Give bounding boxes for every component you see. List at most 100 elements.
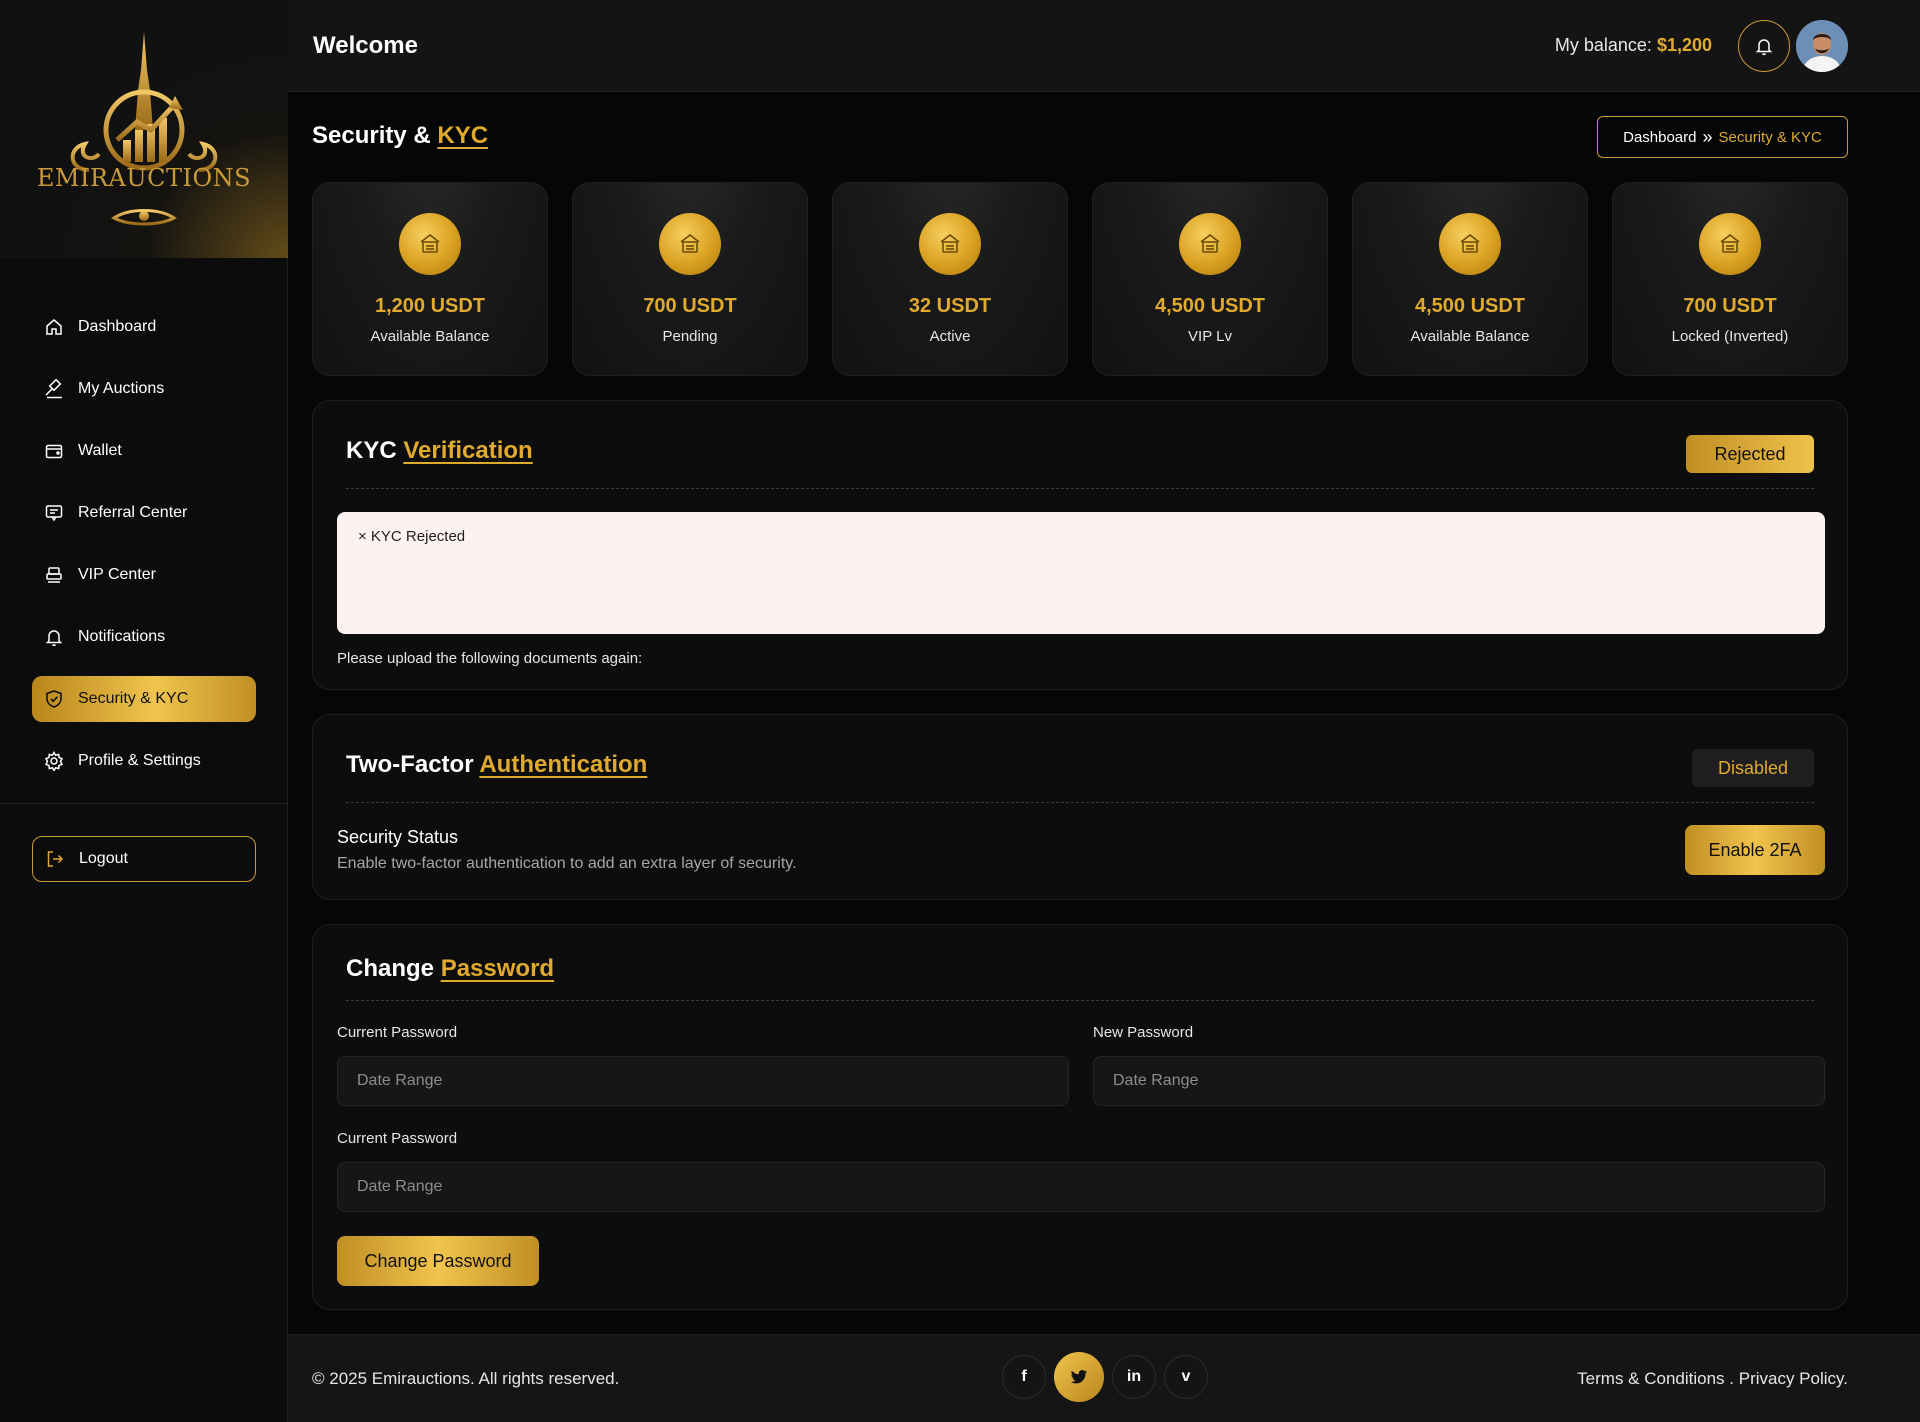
two-factor-panel: Two-Factor Authentication Disabled Secur… (312, 714, 1848, 900)
stat-card: 4,500 USDT VIP Lv (1092, 182, 1328, 376)
balance-label: My balance: (1554, 35, 1652, 55)
coin-icon (1439, 213, 1501, 275)
coin-icon (1699, 213, 1761, 275)
coin-icon (659, 213, 721, 275)
vip-icon (44, 565, 64, 585)
security-status-description: Enable two-factor authentication to add … (337, 855, 797, 872)
breadcrumb-current: Security & KYC (1718, 128, 1822, 146)
stat-value: 32 USDT (908, 295, 992, 317)
stat-cards: 1,200 USDT Available Balance 700 USDT Pe… (312, 182, 1848, 376)
sidebar-item-label: My Auctions (78, 380, 165, 397)
two-factor-status-badge: Disabled (1692, 749, 1814, 787)
change-password-panel: Change Password Current Password Date Ra… (312, 924, 1848, 1310)
stat-label: Available Balance (370, 328, 490, 345)
stat-label: Available Balance (1410, 328, 1530, 345)
welcome-title: Welcome (313, 32, 418, 59)
copyright-text: © 2025 Emirauctions. All rights reserved… (312, 1369, 620, 1388)
vimeo-icon[interactable]: v (1164, 1355, 1208, 1399)
twitter-bird-icon (1070, 1370, 1088, 1384)
gear-icon (44, 751, 64, 772)
legal-links[interactable]: Terms & Conditions . Privacy Policy. (1577, 1369, 1848, 1389)
kyc-status-badge: Rejected (1686, 435, 1814, 473)
sidebar-item-dashboard[interactable]: Dashboard (32, 304, 256, 350)
current-password-label: Current Password (337, 1024, 458, 1041)
new-password-input[interactable]: Date Range (1093, 1056, 1825, 1106)
stat-value: 1,200 USDT (374, 295, 486, 317)
notification-bell-button[interactable] (1738, 20, 1790, 72)
sidebar-item-my-auctions[interactable]: My Auctions (32, 366, 256, 412)
avatar-image (1796, 20, 1848, 72)
sidebar-nav: Dashboard My Auctions Wallet Referral Ce… (32, 304, 256, 800)
security-status-title: Security Status (337, 827, 459, 847)
top-bar: Welcome My balance: $1,200 (288, 0, 1920, 92)
bell-icon (1755, 39, 1773, 56)
logout-button[interactable]: Logout (32, 836, 256, 882)
sidebar-item-security-kyc[interactable]: Security & KYC (32, 676, 256, 722)
stat-value: 4,500 USDT (1414, 295, 1526, 317)
sidebar-divider (0, 803, 288, 804)
footer: © 2025 Emirauctions. All rights reserved… (288, 1334, 1920, 1422)
two-factor-title-part1: Two-Factor (346, 751, 474, 778)
page-title: Security & KYC (312, 122, 488, 150)
stat-card: 700 USDT Pending (572, 182, 808, 376)
sidebar-item-label: Profile & Settings (78, 752, 201, 769)
change-password-button[interactable]: Change Password (337, 1236, 539, 1286)
stat-value: 4,500 USDT (1154, 295, 1266, 317)
home-icon (44, 317, 64, 337)
logout-icon (45, 849, 65, 869)
balance-value: $1,200 (1656, 35, 1712, 55)
kyc-panel: KYC Verification Rejected × KYC Rejected… (312, 400, 1848, 690)
kyc-rejected-message: × KYC Rejected (337, 512, 1825, 634)
kyc-title: KYC Verification (346, 437, 533, 465)
shield-icon (44, 689, 64, 709)
sidebar-item-label: Notifications (78, 628, 166, 645)
change-password-divider (346, 1000, 1814, 1001)
bell-icon (44, 627, 64, 647)
stat-card: 700 USDT Locked (Inverted) (1612, 182, 1848, 376)
balance-display: My balance: $1,200 (1555, 35, 1712, 56)
sidebar-item-vip-center[interactable]: VIP Center (32, 552, 256, 598)
kyc-title-part2: Verification (403, 437, 533, 464)
confirm-password-input[interactable]: Date Range (337, 1162, 1825, 1212)
user-avatar[interactable] (1796, 20, 1848, 72)
sidebar-item-label: Referral Center (78, 504, 188, 521)
stat-label: Active (929, 328, 971, 345)
current-password-input[interactable]: Date Range (337, 1056, 1069, 1106)
breadcrumb-home[interactable]: Dashboard (1623, 129, 1696, 146)
sidebar-item-wallet[interactable]: Wallet (32, 428, 256, 474)
sidebar-item-profile-settings[interactable]: Profile & Settings (32, 738, 256, 784)
twitter-icon[interactable] (1054, 1352, 1104, 1402)
brand-logo[interactable]: EMIRAUCTIONS (0, 0, 288, 258)
coin-icon (919, 213, 981, 275)
stat-card: 1,200 USDT Available Balance (312, 182, 548, 376)
sidebar-item-label: VIP Center (78, 566, 156, 583)
two-factor-title-part2: Authentication (479, 751, 648, 778)
sidebar-item-referral-center[interactable]: Referral Center (32, 490, 256, 536)
wallet-icon (44, 441, 64, 461)
coin-icon (399, 213, 461, 275)
stat-label: VIP Lv (1188, 328, 1232, 345)
coin-icon (1179, 213, 1241, 275)
kyc-upload-note: Please upload the following documents ag… (337, 650, 643, 667)
facebook-icon[interactable]: f (1002, 1355, 1046, 1399)
linkedin-icon[interactable]: in (1112, 1355, 1156, 1399)
stat-label: Locked (Inverted) (1671, 328, 1789, 345)
stat-value: 700 USDT (1683, 295, 1777, 317)
new-password-label: New Password (1093, 1024, 1194, 1041)
change-password-title-part2: Password (440, 955, 555, 982)
change-password-title-part1: Change (346, 955, 435, 982)
sidebar-item-label: Security & KYC (78, 690, 189, 707)
sidebar-item-label: Dashboard (78, 318, 157, 335)
sidebar-item-notifications[interactable]: Notifications (32, 614, 256, 660)
kyc-title-part1: KYC (346, 437, 397, 464)
brand-name: EMIRAUCTIONS (36, 164, 252, 192)
stat-value: 700 USDT (643, 295, 737, 317)
stat-card: 4,500 USDT Available Balance (1352, 182, 1588, 376)
stat-card: 32 USDT Active (832, 182, 1068, 376)
referral-icon (44, 503, 64, 523)
logout-label: Logout (79, 850, 128, 867)
two-factor-divider (346, 802, 1814, 803)
breadcrumb-separator-icon: » (1702, 126, 1713, 147)
enable-2fa-button[interactable]: Enable 2FA (1685, 825, 1825, 875)
kyc-divider (346, 488, 1814, 489)
